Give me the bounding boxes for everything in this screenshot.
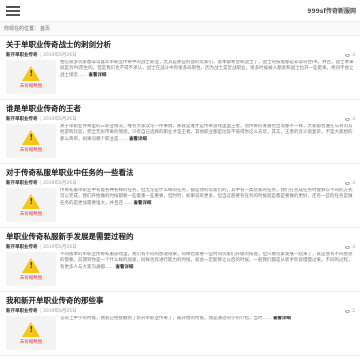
article-view-count: 3 — [352, 180, 355, 186]
article-title[interactable]: 谁是单职业传奇的王者 — [6, 104, 355, 114]
article-category[interactable]: 新开单职业传奇 — [6, 52, 38, 58]
thumbnail-placeholder-label: 未有缩略图 — [19, 83, 43, 89]
meta-separator: | — [39, 308, 42, 314]
article-view-count: 2 — [352, 308, 355, 314]
read-more-link[interactable]: 查看详细 — [115, 265, 133, 270]
article-body: 未有缩略图 相信很多玩家都非常喜欢单职业传奇中的战士职业，尤其是那些好战的玩家们… — [6, 60, 355, 94]
read-more-link[interactable]: 查看详细 — [133, 201, 151, 206]
article-meta: 新开单职业传奇 | 2019年6月26日 3 — [6, 50, 355, 60]
eye-icon — [345, 181, 351, 185]
breadcrumb-home-link[interactable]: 首页 — [40, 25, 50, 32]
article-meta: 新开单职业传奇 | 2019年6月26日 3 — [6, 242, 355, 252]
article-thumbnail[interactable]: 未有缩略图 — [6, 316, 56, 350]
article-summary-text: 记得上中学的时候，我就已经接触到了新开单职业传奇了，最开始的时候，我是通过同学的… — [60, 316, 272, 321]
article-title[interactable]: 我和新开单职业传奇的那些事 — [6, 296, 355, 306]
article-summary: 记得上中学的时候，我就已经接触到了新开单职业传奇了，最开始的时候，我是通过同学的… — [60, 316, 291, 348]
menu-icon[interactable] — [6, 5, 20, 16]
article-title[interactable]: 关于单职业传奇战士的刺剑分析 — [6, 40, 355, 50]
article-views: 3 — [345, 53, 355, 58]
article-summary-text: 不同版本的单职业传奇私服游戏里，我们有不同的加速效果，同样也需要一些时间玩家们升… — [60, 252, 353, 270]
warning-icon — [22, 321, 40, 337]
read-more-link[interactable]: 查看详细 — [88, 73, 106, 78]
meta-separator: | — [39, 116, 42, 122]
article-category[interactable]: 新开单职业传奇 — [6, 244, 38, 250]
article-body: 未有缩略图 传奇私服单职业中有着各种各样的任务，但无论是什么样的任务，都是你的玩… — [6, 188, 355, 222]
article-title[interactable]: 单职业传奇私服新手发展是需要过程的 — [6, 232, 355, 242]
article-view-count: 3 — [352, 244, 355, 250]
article-view-count: 3 — [352, 116, 355, 122]
article-date: 2019年6月25日 — [43, 309, 77, 314]
eye-icon — [345, 117, 351, 121]
meta-separator: | — [39, 52, 42, 58]
article-summary: 相信很多玩家都非常喜欢单职业传奇中的战士职业，尤其是那些好战的玩家们，基本都希望… — [60, 60, 355, 92]
article-category[interactable]: 新开单职业传奇 — [6, 116, 38, 122]
eye-icon — [345, 245, 351, 249]
warning-icon — [22, 65, 40, 81]
article-views: 3 — [345, 245, 355, 250]
article-item: 我和新开单职业传奇的那些事 新开单职业传奇 | 2019年6月25日 2 未有缩… — [0, 292, 360, 356]
eye-icon — [345, 309, 351, 313]
article-meta: 新开单职业传奇 | 2019年6月25日 2 — [6, 306, 355, 316]
breadcrumb: 你现在的位置： 首页 — [0, 22, 360, 36]
article-date: 2019年6月26日 — [43, 181, 77, 186]
thumbnail-placeholder-label: 未有缩略图 — [19, 275, 43, 281]
article-thumbnail[interactable]: 未有缩略图 — [6, 188, 56, 222]
article-item: 谁是单职业传奇的王者 新开单职业传奇 | 2019年6月26日 3 未有缩略图 … — [0, 100, 360, 164]
meta-separator: | — [39, 244, 42, 250]
thumbnail-placeholder-label: 未有缩略图 — [19, 147, 43, 153]
article-views: 2 — [345, 309, 355, 314]
eye-icon — [345, 53, 351, 57]
article-category[interactable]: 新开单职业传奇 — [6, 308, 38, 314]
article-meta: 新开单职业传奇 | 2019年6月26日 3 — [6, 178, 355, 188]
breadcrumb-prefix: 你现在的位置： — [4, 26, 40, 32]
article-views: 3 — [345, 181, 355, 186]
article-summary: 传奇私服单职业中有着各种各样的任务，但无论是什么样的任务，都是你的玩家们的，其中… — [60, 188, 355, 220]
article-thumbnail[interactable]: 未有缩略图 — [6, 60, 56, 94]
article-view-count: 3 — [352, 52, 355, 58]
article-body: 未有缩略图 记得上中学的时候，我就已经接触到了新开单职业传奇了，最开始的时候，我… — [6, 316, 355, 350]
article-item: 对于传奇私服单职业中任务的一些看法 新开单职业传奇 | 2019年6月26日 3… — [0, 164, 360, 228]
article-summary: 不同版本的单职业传奇私服游戏里，我们有不同的加速效果，同样也需要一些时间玩家们升… — [60, 252, 355, 284]
thumbnail-placeholder-label: 未有缩略图 — [19, 211, 43, 217]
warning-icon — [22, 257, 40, 273]
article-body: 未有缩略图 关于单职业传奇里的三职业情况，唯有大家议论一件事情，那就是谁才是传奇… — [6, 124, 355, 158]
article-meta: 新开单职业传奇 | 2019年6月26日 3 — [6, 114, 355, 124]
article-thumbnail[interactable]: 未有缩略图 — [6, 124, 56, 158]
thumbnail-placeholder-label: 未有缩略图 — [19, 339, 43, 345]
warning-icon — [22, 193, 40, 209]
article-category[interactable]: 新开单职业传奇 — [6, 180, 38, 186]
article-summary: 关于单职业传奇里的三职业情况，唯有大家议论一件事情，那就是谁才是传奇游戏里面王者… — [60, 124, 355, 156]
article-date: 2019年6月26日 — [43, 245, 77, 250]
top-bar: 999sf传奇新服网 — [0, 0, 360, 22]
article-thumbnail[interactable]: 未有缩略图 — [6, 252, 56, 286]
article-body: 未有缩略图 不同版本的单职业传奇私服游戏里，我们有不同的加速效果，同样也需要一些… — [6, 252, 355, 286]
article-date: 2019年6月26日 — [43, 117, 77, 122]
warning-icon — [22, 129, 40, 145]
article-views: 3 — [345, 117, 355, 122]
meta-separator: | — [39, 180, 42, 186]
article-item: 关于单职业传奇战士的刺剑分析 新开单职业传奇 | 2019年6月26日 3 未有… — [0, 36, 360, 100]
article-title[interactable]: 对于传奇私服单职业中任务的一些看法 — [6, 168, 355, 178]
read-more-link[interactable]: 查看详细 — [273, 316, 291, 321]
site-title[interactable]: 999sf传奇新服网 — [307, 6, 356, 15]
article-summary-text: 传奇私服单职业中有着各种各样的任务，但无论是什么样的任务，都是你的玩家们的，其中… — [60, 188, 353, 206]
article-item: 单职业传奇私服新手发展是需要过程的 新开单职业传奇 | 2019年6月26日 3… — [0, 228, 360, 292]
article-list: 关于单职业传奇战士的刺剑分析 新开单职业传奇 | 2019年6月26日 3 未有… — [0, 36, 360, 356]
article-summary-text: 关于单职业传奇里的三职业情况，唯有大家议论一件事情，那就是谁才是传奇游戏里面王者… — [60, 124, 353, 142]
article-date: 2019年6月26日 — [43, 53, 77, 58]
read-more-link[interactable]: 查看详细 — [129, 137, 147, 142]
